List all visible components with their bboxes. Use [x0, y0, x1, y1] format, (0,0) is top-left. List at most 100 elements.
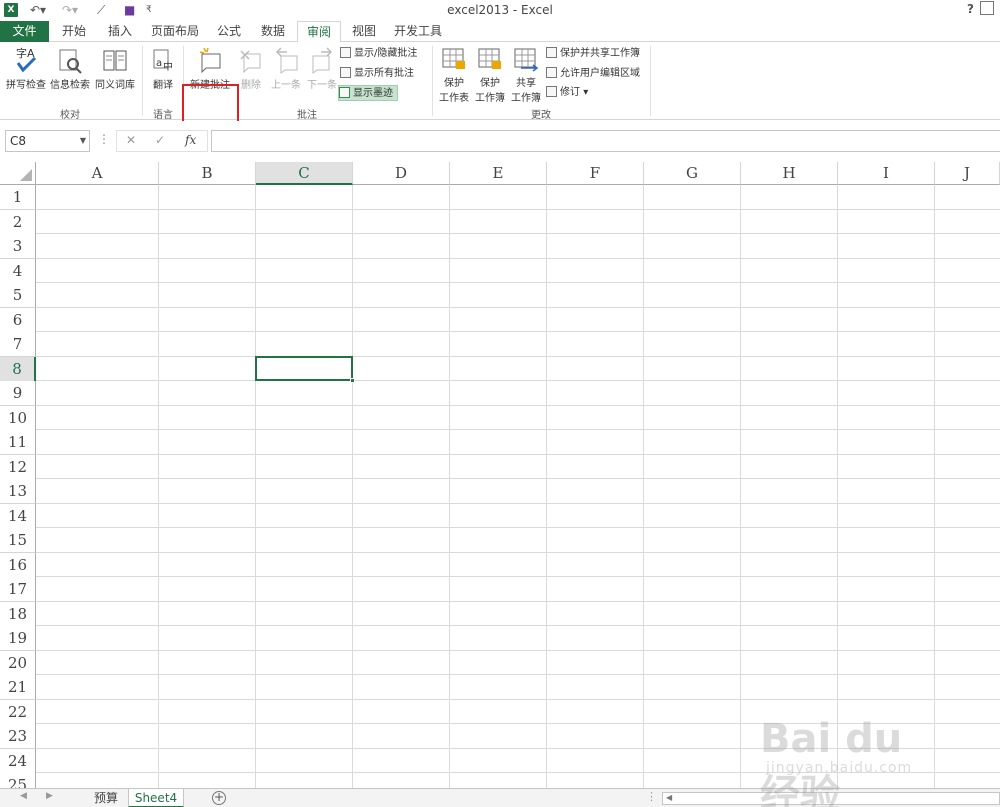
name-box[interactable]: C8 ▼ — [5, 130, 90, 152]
insert-function-icon[interactable]: fx — [185, 133, 196, 147]
row-header-24[interactable]: 24 — [0, 748, 36, 774]
tab-file[interactable]: 文件 — [0, 21, 49, 42]
allow-edit-ranges-button[interactable]: 允许用户编辑区域 — [546, 66, 640, 82]
svg-text:a: a — [156, 58, 162, 69]
language-group-label: 语言 — [153, 110, 173, 121]
row-header-25[interactable]: 25 — [0, 773, 36, 788]
scroll-left-icon[interactable]: ◀ — [666, 793, 672, 802]
add-sheet-icon[interactable]: + — [212, 791, 226, 805]
row-header-23[interactable]: 23 — [0, 724, 36, 749]
gridline-horizontal — [36, 380, 1000, 381]
column-header-b[interactable]: B — [159, 162, 256, 185]
ribbon-tabs: 文件 开始 插入 页面布局 公式 数据 审阅 视图 开发工具 — [0, 21, 1000, 43]
share-workbook-button[interactable]: 共享 工作簿 — [508, 46, 544, 104]
chevron-down-icon[interactable]: ▼ — [80, 131, 86, 151]
tab-page-layout[interactable]: 页面布局 — [146, 21, 204, 42]
column-header-d[interactable]: D — [353, 162, 450, 185]
delete-comment-button[interactable]: 删除 — [236, 46, 266, 91]
column-header-i[interactable]: I — [838, 162, 935, 185]
gridline-horizontal — [36, 551, 1000, 553]
row-header-6[interactable]: 6 — [0, 307, 36, 333]
row-header-5[interactable]: 5 — [0, 283, 36, 308]
spelling-button[interactable]: 字A 拼写检查 — [4, 46, 48, 91]
row-header-13[interactable]: 13 — [0, 479, 36, 504]
changes-group-label: 更改 — [531, 110, 551, 121]
row-header-3[interactable]: 3 — [0, 234, 36, 259]
row-header-17[interactable]: 17 — [0, 577, 36, 602]
protect-workbook-button[interactable]: 保护 工作簿 — [472, 46, 508, 104]
row-header-20[interactable]: 20 — [0, 650, 36, 676]
row-header-21[interactable]: 21 — [0, 675, 36, 700]
show-ink-label: 显示墨迹 — [353, 88, 393, 99]
column-header-f[interactable]: F — [547, 162, 644, 185]
worksheet-grid[interactable]: ABCDEFGHIJ 1 2 3 4 5 6 7 8 9 10 11 12 13 14 15 16 17 18 19… — [0, 162, 1000, 788]
tab-review[interactable]: 审阅 — [297, 21, 341, 43]
formula-bar-resize-handle[interactable]: ⋮ — [98, 132, 110, 146]
protect-share-workbook-button[interactable]: 保护并共享工作簿 — [546, 46, 640, 62]
row-header-16[interactable]: 16 — [0, 552, 36, 578]
column-header-a[interactable]: A — [36, 162, 159, 185]
row-header-22[interactable]: 22 — [0, 699, 36, 725]
sheet-nav-prev-icon[interactable]: ◀ — [20, 791, 27, 801]
row-header-8[interactable]: 8 — [0, 356, 36, 382]
row-header-18[interactable]: 18 — [0, 601, 36, 627]
gridline-horizontal — [36, 404, 1000, 406]
sheet-tab-budget[interactable]: 预算 — [86, 789, 126, 807]
column-header-c[interactable]: C — [256, 162, 353, 185]
thesaurus-button[interactable]: 同义词库 — [92, 46, 138, 91]
column-header-g[interactable]: G — [644, 162, 741, 185]
column-header-e[interactable]: E — [450, 162, 547, 185]
row-header-14[interactable]: 14 — [0, 503, 36, 529]
protect-sheet-icon — [442, 48, 465, 69]
cancel-icon[interactable]: ✕ — [126, 133, 136, 147]
tab-home[interactable]: 开始 — [52, 21, 96, 42]
sheet-tab-sheet4[interactable]: Sheet4 — [128, 789, 184, 807]
fill-handle[interactable] — [350, 378, 355, 383]
sheet-nav-next-icon[interactable]: ▶ — [46, 791, 53, 801]
spelling-icon: 字A — [16, 46, 37, 73]
research-button[interactable]: 信息检索 — [48, 46, 92, 91]
gridline-horizontal — [36, 527, 1000, 528]
row-header-11[interactable]: 11 — [0, 430, 36, 455]
scroll-split-handle[interactable]: ⋮ — [646, 790, 657, 803]
row-header-4[interactable]: 4 — [0, 258, 36, 284]
show-hide-comment-label: 显示/隐藏批注 — [354, 48, 418, 59]
row-header-9[interactable]: 9 — [0, 381, 36, 406]
row-header-19[interactable]: 19 — [0, 626, 36, 651]
active-cell-c8[interactable] — [255, 355, 353, 381]
show-hide-comment-button[interactable]: 显示/隐藏批注 — [340, 46, 417, 62]
protect-sheet-button[interactable]: 保护 工作表 — [436, 46, 472, 104]
previous-comment-button[interactable]: 上一条 — [268, 46, 304, 91]
show-all-comments-label: 显示所有批注 — [354, 68, 414, 79]
row-header-2[interactable]: 2 — [0, 209, 36, 235]
row-header-7[interactable]: 7 — [0, 332, 36, 357]
tab-formulas[interactable]: 公式 — [208, 21, 250, 42]
enter-icon[interactable]: ✓ — [155, 133, 165, 147]
column-header-j[interactable]: J — [935, 162, 1000, 185]
next-comment-button[interactable]: 下一条 — [304, 46, 340, 91]
select-all-triangle-icon — [20, 169, 32, 181]
protect-workbook-label-2: 工作簿 — [475, 93, 505, 104]
name-box-value: C8 — [10, 134, 27, 148]
tab-view[interactable]: 视图 — [343, 21, 385, 42]
formula-input[interactable] — [211, 130, 1000, 152]
svg-text:字A: 字A — [16, 46, 35, 60]
help-button[interactable]: ? — [967, 2, 974, 16]
row-header-1[interactable]: 1 — [0, 185, 36, 210]
translate-button[interactable]: a 中 翻译 — [146, 46, 180, 91]
tab-data[interactable]: 数据 — [252, 21, 294, 42]
ribbon-display-options-icon[interactable] — [980, 1, 994, 15]
gridline-horizontal — [36, 355, 1000, 357]
show-ink-button[interactable]: 显示墨迹 — [338, 85, 398, 101]
show-all-comments-button[interactable]: 显示所有批注 — [340, 66, 414, 82]
track-changes-button[interactable]: 修订 ▾ — [546, 85, 588, 101]
row-header-12[interactable]: 12 — [0, 454, 36, 480]
tab-developer[interactable]: 开发工具 — [388, 21, 448, 42]
next-comment-label: 下一条 — [307, 80, 337, 91]
column-header-h[interactable]: H — [741, 162, 838, 185]
select-all-button[interactable] — [0, 162, 36, 185]
row-header-10[interactable]: 10 — [0, 405, 36, 431]
ribbon-review: 字A 拼写检查 信息检索 同义词库 校对 a 中 翻译 语言 新建批注 删除 上… — [0, 42, 1000, 148]
tab-insert[interactable]: 插入 — [98, 21, 142, 42]
row-header-15[interactable]: 15 — [0, 528, 36, 553]
